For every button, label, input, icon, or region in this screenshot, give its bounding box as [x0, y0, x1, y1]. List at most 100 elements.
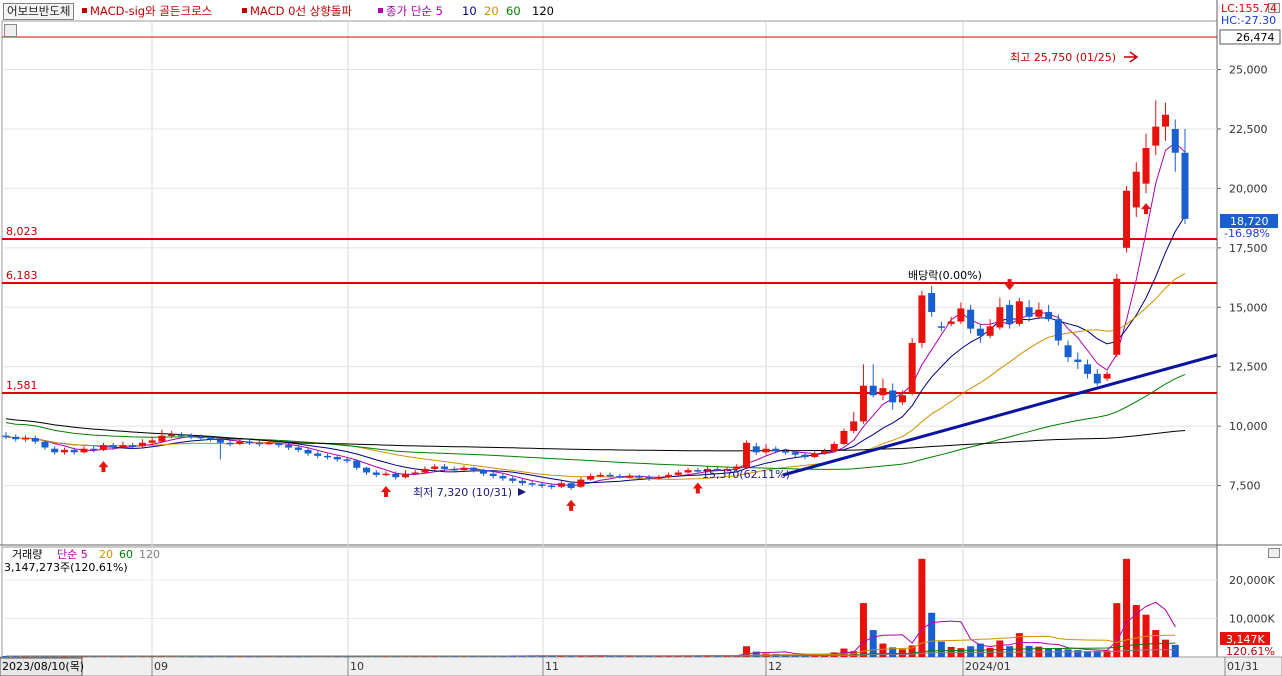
date-tick-label: 2024/01	[965, 660, 1011, 673]
candle-body	[129, 445, 137, 447]
candle-body	[177, 434, 185, 436]
volume-bar	[1171, 644, 1179, 657]
volume-bar	[869, 630, 877, 657]
candle-body	[879, 388, 887, 396]
volume-ma-period: 20	[99, 548, 113, 561]
current-change-label: -16.98%	[1224, 227, 1270, 240]
candle-body	[635, 476, 643, 478]
candle-body	[850, 421, 858, 431]
candle-body	[70, 449, 78, 453]
candle-body	[1103, 373, 1111, 379]
candle-body	[158, 435, 166, 442]
candle-body	[1064, 345, 1072, 358]
candle-body	[294, 447, 302, 450]
candle-body	[324, 455, 332, 458]
candle-body	[1132, 171, 1140, 208]
candle-body	[1015, 301, 1023, 324]
volume-bar	[1054, 648, 1062, 657]
date-tick-label: 09	[154, 660, 168, 673]
candle-body	[811, 453, 819, 458]
candle-body	[392, 473, 400, 478]
volume-ma-period: 60	[119, 548, 133, 561]
candle-body	[1181, 152, 1189, 219]
candle-body	[119, 445, 127, 448]
candle-body	[343, 459, 351, 461]
candle-body	[363, 467, 371, 473]
candle-body	[265, 442, 273, 445]
candle-body	[197, 436, 205, 439]
candle-body	[421, 468, 429, 473]
candle-body	[898, 395, 906, 403]
candle-body	[1093, 373, 1101, 384]
date-axis-bar	[0, 656, 1282, 676]
volume-ma-label: 단순 5	[57, 548, 88, 561]
candle-body	[528, 483, 536, 485]
candle-body	[587, 476, 595, 480]
candle-body	[1171, 128, 1179, 153]
candle-body	[148, 440, 156, 443]
candle-body	[889, 390, 897, 403]
candle-body	[450, 468, 458, 471]
mid-annotation: 15,3?0(62.11%)	[702, 468, 790, 481]
candle-body	[382, 473, 390, 476]
candle-body	[401, 473, 410, 478]
candle-body	[80, 448, 88, 453]
candle-body	[626, 476, 634, 478]
buy-signal-arrow-icon	[98, 461, 109, 473]
candle-body	[304, 449, 312, 454]
volume-bar	[996, 640, 1004, 657]
volume-bar	[1113, 603, 1121, 657]
current-volume-pct: 120.61%	[1226, 645, 1275, 658]
stock-chart[interactable]: 어보브반도체 MACD-sig와 골든크로스 MACD 0선 상향돌파 종가 단순 …	[0, 0, 1282, 676]
price-axis-label: 25,000	[1229, 64, 1268, 77]
candle-body	[986, 326, 994, 336]
date-tick-label: 12	[768, 660, 782, 673]
candle-body	[236, 441, 244, 444]
candle-body	[820, 451, 828, 454]
candle-body	[996, 307, 1004, 328]
candle-body	[275, 442, 283, 446]
moving-average-line	[5, 373, 1186, 470]
candle-body	[928, 293, 936, 313]
candle-body	[645, 477, 653, 479]
candle-body	[548, 485, 556, 488]
candle-body	[859, 385, 867, 422]
volume-bar	[947, 646, 955, 657]
candle-body	[479, 470, 487, 474]
chart-canvas[interactable]: 09 10 11 12 2024/01 2023/08/10(목) 01/31 7,500 10…	[0, 0, 1282, 676]
candle-body	[187, 435, 195, 438]
candle-body	[99, 445, 107, 450]
end-date-label: 01/31	[1227, 660, 1259, 673]
hc-value: HC:-27.30	[1221, 14, 1277, 27]
candle-body	[255, 442, 263, 445]
volume-bar	[1123, 558, 1131, 657]
price-axis-label: 17,500	[1229, 242, 1268, 255]
buy-signal-arrow-icon	[566, 499, 577, 511]
candle-body	[285, 445, 293, 448]
candle-body	[1054, 319, 1062, 341]
candle-body	[1074, 359, 1082, 362]
candle-body	[226, 442, 234, 445]
volume-collapse-icon[interactable]	[1268, 548, 1280, 558]
candle-body	[577, 479, 585, 487]
reference-line-label: 1,581	[6, 379, 38, 392]
low-annotation: 최저 7,320 (10/31)	[413, 486, 512, 499]
volume-value-text: 3,147,273주(120.61%)	[4, 561, 128, 574]
candle-body	[90, 448, 98, 451]
candle-body	[743, 442, 751, 468]
volume-bar	[1132, 605, 1140, 657]
sell-signal-arrow-icon	[1004, 279, 1015, 291]
grid-settings-icon[interactable]	[4, 24, 17, 37]
volume-axis-label: 20,000K	[1229, 574, 1275, 587]
candle-body	[606, 474, 614, 477]
candle-body	[1152, 126, 1160, 146]
candle-body	[411, 472, 419, 474]
candle-body	[314, 453, 322, 456]
candle-body	[51, 448, 59, 453]
candle-body	[840, 430, 848, 444]
trend-line	[782, 353, 1218, 477]
high-arrow-icon	[1124, 51, 1139, 63]
start-date-label: 2023/08/10(목)	[2, 660, 84, 673]
candle-body	[470, 467, 478, 471]
moving-average-line	[5, 273, 1186, 480]
